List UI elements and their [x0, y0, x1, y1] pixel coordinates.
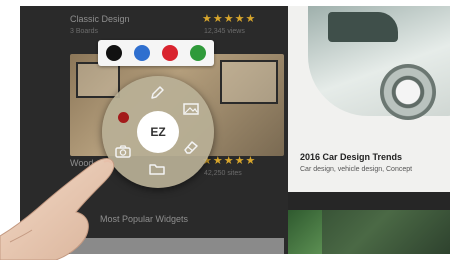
color-swatch-blue[interactable]	[134, 45, 150, 61]
camera-icon[interactable]	[114, 142, 132, 160]
rating-stars: ★★★★★	[202, 13, 257, 25]
view-count: 12,345 views	[204, 28, 245, 35]
color-palette	[98, 40, 214, 66]
image-icon[interactable]	[182, 100, 200, 118]
card-subtitle: Car design, vehicle design, Concept	[300, 166, 413, 173]
app-screen: Classic Design 3 Boards ★★★★★ 12,345 vie…	[20, 6, 450, 254]
selected-color-dot[interactable]	[118, 112, 129, 123]
radial-tool-menu: EZ	[102, 76, 214, 188]
rating-stars: ★★★★★	[202, 155, 257, 167]
pencil-icon[interactable]	[148, 84, 166, 102]
color-swatch-green[interactable]	[190, 45, 206, 61]
article-card[interactable]: 2016 Car Design Trends Car design, vehic…	[288, 6, 450, 192]
folder-icon[interactable]	[148, 160, 166, 178]
item-thumbnail[interactable]	[70, 238, 284, 254]
color-swatch-black[interactable]	[106, 45, 122, 61]
article-card[interactable]	[288, 210, 450, 254]
view-count: 42,250 sites	[204, 170, 242, 177]
car-illustration	[308, 6, 450, 120]
section-label[interactable]: Most Popular Widgets	[100, 214, 188, 224]
item-title[interactable]: Classic Design	[70, 14, 130, 24]
eraser-icon[interactable]	[182, 138, 200, 156]
item-subtitle: 3 Boards	[70, 28, 99, 35]
item-title[interactable]: Wood	[70, 158, 93, 168]
color-swatch-red[interactable]	[162, 45, 178, 61]
card-title: 2016 Car Design Trends	[300, 152, 403, 162]
app-logo-button[interactable]: EZ	[137, 111, 179, 153]
